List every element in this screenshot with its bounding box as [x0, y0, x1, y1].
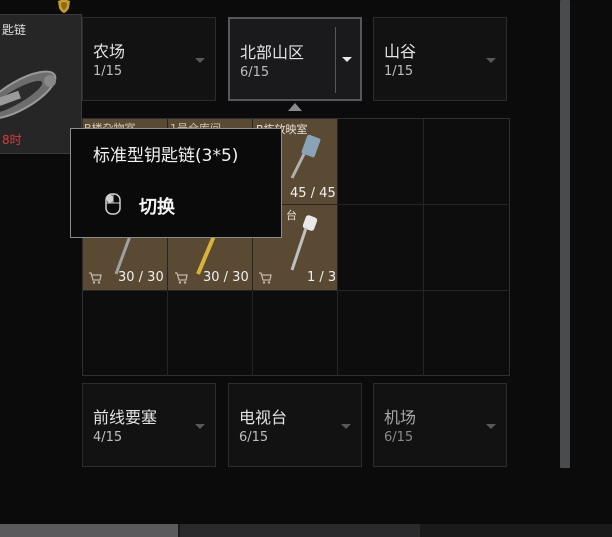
region-count: 1/15: [384, 64, 414, 79]
cart-icon: [175, 272, 188, 284]
caret-up-icon: [288, 103, 302, 111]
region-count: 1/15: [93, 64, 123, 79]
chevron-down-icon: [486, 424, 496, 429]
cart-icon: [89, 272, 102, 284]
region-name: 北部山区: [240, 43, 305, 62]
dropdown-divider: [335, 27, 336, 93]
grid-line: [83, 290, 510, 291]
region-name: 机场: [384, 408, 417, 427]
slot-count: 45 / 45: [290, 186, 336, 201]
cart-icon: [259, 272, 272, 284]
key-icon: [290, 134, 321, 179]
item-tooltip: 标准型钥匙链(3*5) 切换: [70, 128, 282, 238]
region-count: 4/15: [93, 430, 123, 445]
region-name: 山谷: [384, 42, 417, 61]
region-count: 6/15: [384, 430, 414, 445]
slot-count: 30 / 30: [203, 270, 249, 285]
keychain-timer: 8时: [2, 133, 22, 147]
key-icon: [290, 215, 318, 271]
region-tile-tv-station[interactable]: 电视台 6/15: [228, 383, 362, 467]
region-count: 6/15: [240, 65, 270, 80]
grid-line: [423, 119, 424, 376]
region-name: 电视台: [239, 408, 288, 427]
shield-icon: [58, 0, 70, 13]
chevron-down-icon[interactable]: [342, 57, 352, 62]
grid-line: [337, 119, 338, 376]
region-tile-northern-mountains[interactable]: 北部山区 6/15: [228, 17, 362, 101]
key-ring-icon: [0, 70, 57, 120]
tooltip-title: 标准型钥匙链(3*5): [93, 146, 239, 166]
region-tile-airport[interactable]: 机场 6/15: [373, 383, 507, 467]
tooltip-action[interactable]: 切换: [139, 193, 175, 219]
region-name: 农场: [93, 42, 126, 61]
chevron-down-icon: [486, 58, 496, 63]
slot-count: 1 / 3: [307, 270, 337, 285]
region-tile-farm[interactable]: 农场 1/15: [82, 17, 216, 101]
chevron-down-icon: [195, 58, 205, 63]
bottom-bar-segment: [180, 524, 420, 537]
region-count: 6/15: [239, 430, 269, 445]
chevron-down-icon: [341, 424, 351, 429]
mouse-icon: [105, 193, 121, 215]
region-tile-frontline-fortress[interactable]: 前线要塞 4/15: [82, 383, 216, 467]
bottom-bar-segment: [0, 524, 178, 537]
region-tile-valley[interactable]: 山谷 1/15: [373, 17, 507, 101]
vertical-scrollbar[interactable]: [560, 0, 570, 468]
chevron-down-icon: [195, 424, 205, 429]
keychain-item-name: 匙链: [2, 23, 27, 37]
slot-count: 30 / 30: [118, 270, 164, 285]
region-name: 前线要塞: [93, 408, 158, 427]
